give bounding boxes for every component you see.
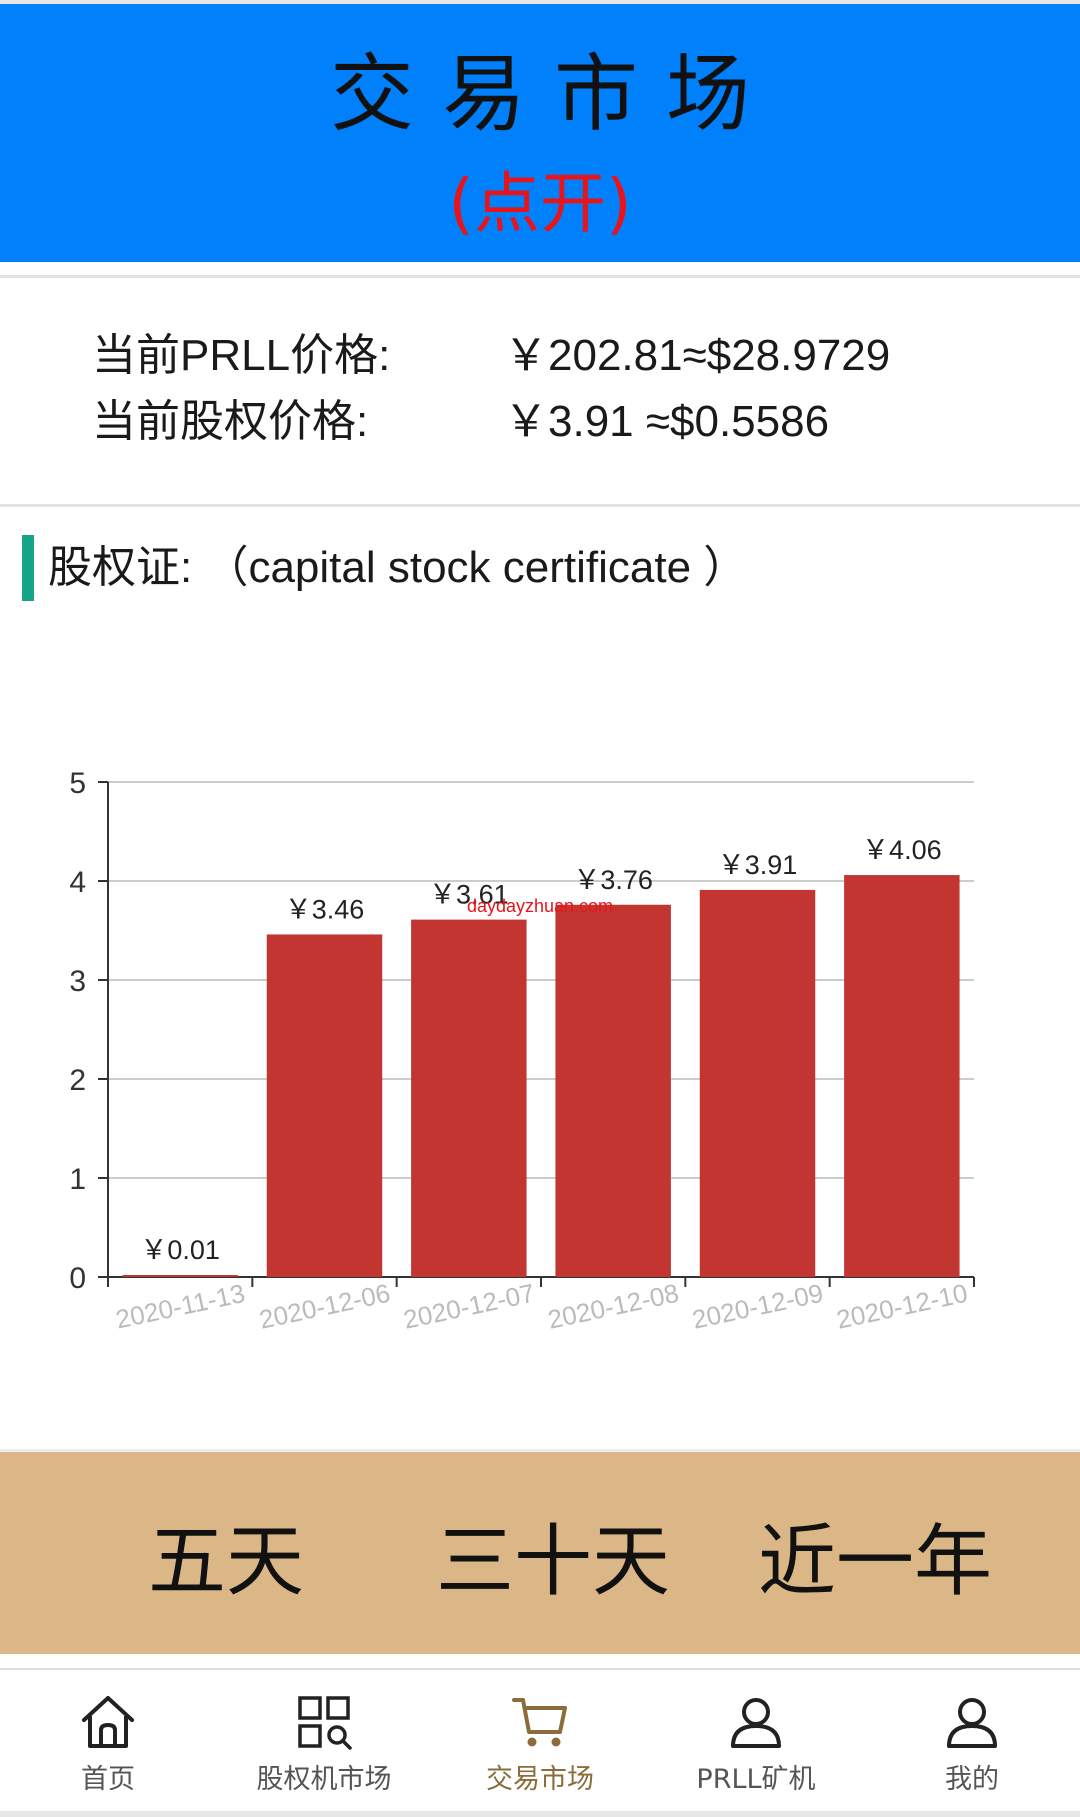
nav-label-prll-miner: PRLL矿机 xyxy=(696,1764,816,1795)
range-one-year-button[interactable]: 近一年 xyxy=(758,1514,992,1610)
chart-bar xyxy=(699,889,816,1277)
user-icon xyxy=(947,1698,997,1748)
nav-label-mine: 我的 xyxy=(945,1764,999,1795)
chart-bar xyxy=(266,934,383,1277)
prll-price-value: ￥202.81≈$28.9729 xyxy=(504,331,891,380)
home-icon xyxy=(82,1696,134,1748)
range-thirty-days-button[interactable]: 三十天 xyxy=(436,1514,670,1610)
y-tick-label: 4 xyxy=(69,866,86,899)
nav-item-trading-market[interactable]: 交易市场 xyxy=(432,1670,648,1817)
data-label: ￥0.01 xyxy=(140,1235,220,1265)
page: 交易市场 (点开) 当前PRLL价格: ￥202.81≈$28.9729 当前股权… xyxy=(0,0,1080,1817)
nav-item-prll-miner[interactable]: PRLL矿机 xyxy=(648,1670,864,1817)
user-icon xyxy=(731,1698,781,1748)
chart-bar xyxy=(844,875,960,1277)
range-selector: 五天 三十天 近一年 xyxy=(0,1452,1080,1654)
data-label: ￥3.91 xyxy=(718,850,798,880)
chart-bar xyxy=(411,919,527,1277)
x-tick-label: 2020-12-10 xyxy=(834,1278,970,1335)
section-title: 股权证: （capital stock certificate ） xyxy=(48,543,748,592)
prll-price-label: 当前PRLL价格: xyxy=(92,331,391,380)
x-tick-label: 2020-12-07 xyxy=(401,1278,537,1335)
grid-search-icon xyxy=(298,1696,352,1750)
y-tick-label: 5 xyxy=(69,767,86,800)
nav-label-equity-market: 股权机市场 xyxy=(256,1764,392,1795)
equity-price-value: ￥3.91 ≈$0.5586 xyxy=(504,397,830,446)
nav-label-trading-market: 交易市场 xyxy=(486,1764,594,1795)
bar-chart: 012345￥0.012020-11-13￥3.462020-12-06￥3.6… xyxy=(69,767,975,1335)
header-banner: 交易市场 (点开) xyxy=(0,4,1080,262)
range-five-days-button[interactable]: 五天 xyxy=(148,1514,304,1610)
y-tick-label: 2 xyxy=(69,1064,86,1097)
section-accent-bar xyxy=(22,535,34,601)
x-tick-label: 2020-12-08 xyxy=(545,1278,681,1335)
bottom-divider xyxy=(0,1811,1080,1817)
equity-price-label: 当前股权价格: xyxy=(92,397,369,446)
nav-item-equity-market[interactable]: 股权机市场 xyxy=(216,1670,432,1817)
equity-price-row: 当前股权价格: ￥3.91 ≈$0.5586 xyxy=(92,394,829,450)
price-chart: 0 1 2 3 4 5 ￥0.01 2020-11-13 ￥3.46 2020-12-06 ￥3.6… xyxy=(0,740,1080,1360)
watermark-text: daydayzhuan.com xyxy=(467,896,613,916)
y-tick-label: 1 xyxy=(69,1163,86,1196)
nav-label-home: 首页 xyxy=(81,1764,135,1795)
bottom-nav: 首页 股权机市场 交易市场 PRLL矿机 我的 xyxy=(0,1668,1080,1817)
chart-bar xyxy=(555,904,671,1277)
x-tick-label: 2020-12-09 xyxy=(689,1278,825,1335)
data-label: ￥3.46 xyxy=(285,894,365,924)
x-tick-label: 2020-12-06 xyxy=(256,1278,392,1335)
y-tick-label: 0 xyxy=(69,1262,86,1295)
page-title: 交易市场 xyxy=(329,45,778,143)
divider xyxy=(0,275,1080,278)
y-tick-label: 3 xyxy=(69,965,86,998)
prll-price-row: 当前PRLL价格: ￥202.81≈$28.9729 xyxy=(92,328,890,384)
cart-icon xyxy=(512,1698,567,1747)
data-label: ￥3.76 xyxy=(573,865,653,895)
chart-bar xyxy=(122,1275,238,1277)
divider xyxy=(0,504,1080,507)
data-label: ￥4.06 xyxy=(862,835,942,865)
nav-item-mine[interactable]: 我的 xyxy=(864,1670,1080,1817)
expand-link[interactable]: (点开) xyxy=(0,164,1080,244)
nav-item-home[interactable]: 首页 xyxy=(0,1670,216,1817)
x-tick-label: 2020-11-13 xyxy=(113,1278,247,1335)
